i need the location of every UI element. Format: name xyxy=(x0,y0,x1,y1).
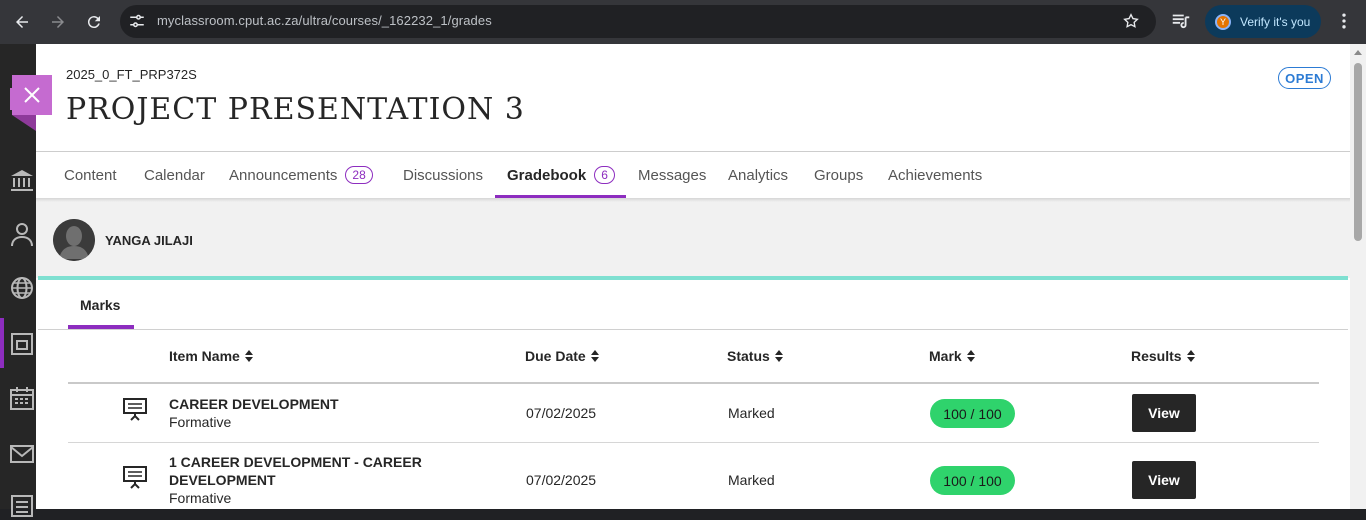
page-scrollbar[interactable] xyxy=(1350,44,1366,509)
course-code: 2025_0_FT_PRP372S xyxy=(66,67,197,82)
calendar-icon[interactable] xyxy=(8,384,36,412)
tab-label: Content xyxy=(64,166,117,184)
mark-pill: 100 / 100 xyxy=(930,399,1015,428)
column-header-label: Item Name xyxy=(169,348,240,364)
tab-achievements[interactable]: Achievements xyxy=(888,152,982,198)
rail-active-indicator xyxy=(0,318,4,368)
tabs-shadow xyxy=(36,198,1350,202)
course-status-badge: OPEN xyxy=(1278,67,1331,89)
mark-pill: 100 / 100 xyxy=(930,466,1015,495)
site-settings-icon[interactable] xyxy=(128,12,146,30)
tab-label: Achievements xyxy=(888,166,983,184)
avatar xyxy=(53,219,95,261)
presentation-icon xyxy=(123,466,147,489)
forward-button[interactable] xyxy=(44,8,72,36)
reload-icon xyxy=(87,16,100,29)
sort-icon xyxy=(1186,350,1195,362)
column-header-mark[interactable]: Mark xyxy=(929,348,975,364)
sort-icon xyxy=(774,350,783,362)
view-results-button[interactable]: View xyxy=(1132,394,1196,432)
announcements-count-badge: 28 xyxy=(345,166,373,184)
tab-calendar[interactable]: Calendar xyxy=(144,152,205,198)
column-header-results[interactable]: Results xyxy=(1131,348,1195,364)
column-header-due-date[interactable]: Due Date xyxy=(525,348,599,364)
tab-label: Groups xyxy=(814,166,864,184)
tab-analytics[interactable]: Analytics xyxy=(728,152,788,198)
tab-label: Analytics xyxy=(728,166,789,184)
close-panel-fold xyxy=(12,115,36,131)
marks-divider xyxy=(38,329,1348,330)
back-button[interactable] xyxy=(8,8,36,36)
tab-announcements[interactable]: Announcements 28 xyxy=(229,152,373,198)
column-header-label: Status xyxy=(727,348,770,364)
view-results-button[interactable]: View xyxy=(1132,461,1196,499)
verify-profile-button[interactable]: Y Verify it's you xyxy=(1205,5,1321,38)
tab-messages[interactable]: Messages xyxy=(638,152,706,198)
tab-label: Calendar xyxy=(144,166,205,184)
item-type: Formative xyxy=(169,414,232,430)
tab-label: Announcements xyxy=(229,166,338,184)
sort-icon xyxy=(590,350,599,362)
messages-icon[interactable] xyxy=(8,440,36,468)
scrollbar-thumb[interactable] xyxy=(1354,63,1362,241)
sort-icon xyxy=(244,350,253,362)
address-bar[interactable]: myclassroom.cput.ac.za/ultra/courses/_16… xyxy=(120,5,1156,38)
table-header-divider xyxy=(68,382,1319,384)
presentation-icon xyxy=(123,398,147,421)
profile-avatar-icon: Y xyxy=(1215,13,1231,30)
institution-icon[interactable] xyxy=(8,166,36,194)
tab-label: Messages xyxy=(638,166,707,184)
column-header-status[interactable]: Status xyxy=(727,348,783,364)
scroll-up-arrow-icon[interactable] xyxy=(1354,50,1362,55)
url-text[interactable]: myclassroom.cput.ac.za/ultra/courses/_16… xyxy=(157,13,492,28)
close-icon xyxy=(24,87,40,103)
course-panel: 2025_0_FT_PRP372S PROJECT PRESENTATION 3… xyxy=(36,44,1350,509)
tab-label: Gradebook xyxy=(507,166,587,184)
globe-icon[interactable] xyxy=(8,274,36,302)
student-header-accent-line xyxy=(38,276,1348,280)
gradebook-count-badge: 6 xyxy=(594,166,615,184)
browser-toolbar: myclassroom.cput.ac.za/ultra/courses/_16… xyxy=(0,0,1366,44)
column-header-label: Due Date xyxy=(525,348,586,364)
tab-label: Discussions xyxy=(403,166,484,184)
row-divider xyxy=(68,442,1319,443)
column-header-label: Mark xyxy=(929,348,962,364)
tab-groups[interactable]: Groups xyxy=(814,152,863,198)
browser-menu-icon[interactable] xyxy=(1334,10,1354,32)
status-text: Marked xyxy=(728,472,775,488)
tab-gradebook[interactable]: Gradebook 6 xyxy=(507,152,615,198)
status-text: Marked xyxy=(728,405,775,421)
column-header-item-name[interactable]: Item Name xyxy=(169,348,253,364)
item-name-link[interactable]: 1 CAREER DEVELOPMENT - CAREER DEVELOPMEN… xyxy=(169,453,429,489)
arrow-right-icon xyxy=(52,16,64,28)
due-date: 07/02/2025 xyxy=(526,472,597,488)
media-controls-icon[interactable] xyxy=(1170,10,1192,32)
student-header: YANGA JILAJI xyxy=(36,198,1350,278)
tab-discussions[interactable]: Discussions xyxy=(403,152,483,198)
item-type: Formative xyxy=(169,490,232,506)
reload-button[interactable] xyxy=(80,8,108,36)
arrow-left-icon xyxy=(16,16,28,28)
due-date: 07/02/2025 xyxy=(526,405,597,421)
bookmark-star-icon[interactable] xyxy=(1122,12,1140,30)
tab-content[interactable]: Content xyxy=(64,152,117,198)
verify-label: Verify it's you xyxy=(1240,14,1311,29)
course-title: PROJECT PRESENTATION 3 xyxy=(66,92,525,127)
sort-icon xyxy=(966,350,975,362)
close-panel-button[interactable] xyxy=(12,75,52,115)
grades-icon[interactable] xyxy=(8,492,36,520)
course-tabs: Content Calendar Announcements 28 Discuss… xyxy=(36,152,1350,198)
item-name-link[interactable]: CAREER DEVELOPMENT xyxy=(169,395,429,413)
column-header-label: Results xyxy=(1131,348,1182,364)
user-silhouette-icon xyxy=(53,219,95,261)
tab-marks[interactable]: Marks xyxy=(80,297,120,313)
courses-icon[interactable] xyxy=(8,330,36,358)
student-name: YANGA JILAJI xyxy=(105,233,193,248)
profile-icon[interactable] xyxy=(8,220,36,248)
